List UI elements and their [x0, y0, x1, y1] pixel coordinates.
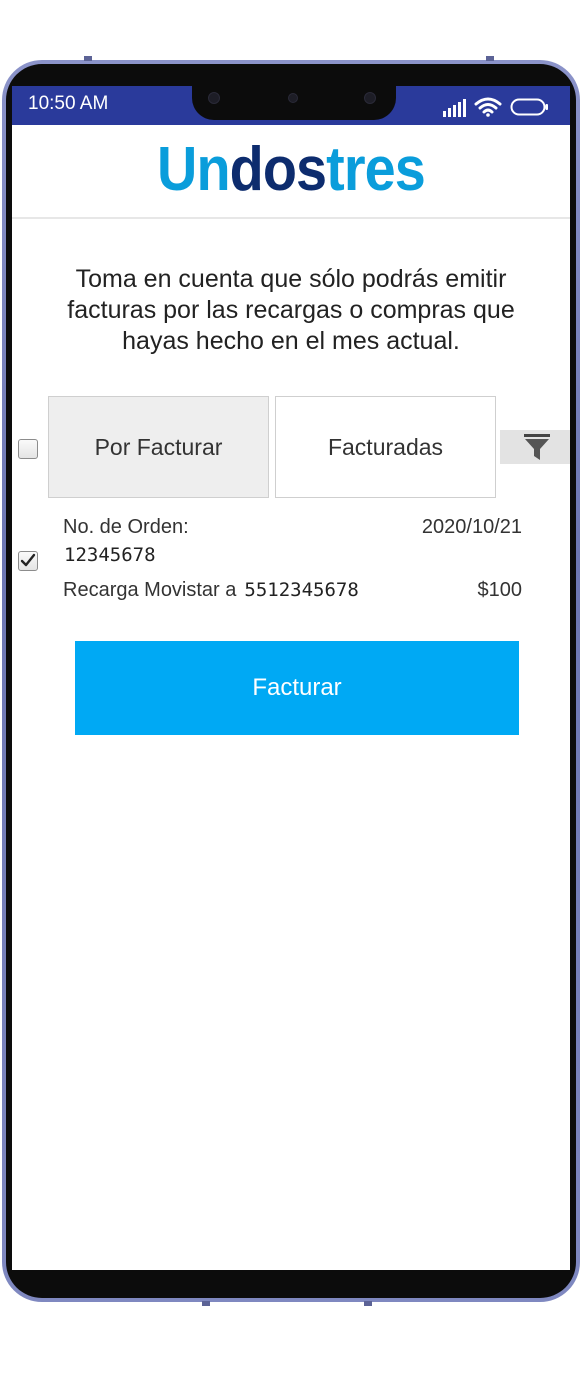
app-screen: 10:50 AM Undostres Toma en cuenta que só…: [12, 86, 570, 1270]
tab-label: Por Facturar: [94, 433, 223, 460]
order-number-label: No. de Orden:: [63, 516, 189, 538]
status-bar: 10:50 AM: [12, 86, 570, 125]
header-divider: [12, 217, 570, 219]
checkmark-icon: [20, 553, 36, 567]
status-time: 10:50 AM: [28, 93, 109, 114]
brand-part-b: dos: [229, 135, 327, 204]
camera-icon: [364, 92, 376, 104]
camera-icon: [208, 92, 220, 104]
camera-notch: [192, 86, 396, 120]
order-date: 2020/10/21: [421, 516, 522, 538]
order-amount: $100: [477, 579, 523, 601]
brand-part-c: tres: [326, 135, 426, 204]
filter-icon: [524, 434, 550, 460]
invoice-notice: Toma en cuenta que sólo podrás emitir fa…: [67, 265, 515, 355]
battery-icon: [510, 98, 548, 116]
status-icons: [443, 95, 550, 117]
wifi-icon: [474, 97, 502, 117]
sensor-icon: [288, 93, 298, 103]
filter-button[interactable]: [500, 430, 570, 464]
phone-bezel: 10:50 AM Undostres Toma en cuenta que só…: [6, 64, 576, 1298]
facturar-button[interactable]: Facturar: [75, 641, 519, 735]
side-button: [202, 1301, 210, 1306]
app-header: Undostres: [12, 125, 570, 217]
phone-frame: 10:50 AM Undostres Toma en cuenta que só…: [2, 56, 580, 1306]
select-all-checkbox[interactable]: [18, 439, 38, 459]
brand-part-a: Un: [157, 135, 230, 204]
order-phone-number: 5512345678: [244, 579, 359, 601]
order-checkbox[interactable]: [18, 551, 38, 571]
side-button: [486, 56, 494, 61]
brand-logo[interactable]: Undostres: [40, 139, 542, 201]
order-number: 12345678: [64, 544, 156, 566]
order-description-text: Recarga Movistar a: [63, 579, 237, 601]
order-description: Recarga Movistar a 5512345678: [63, 579, 359, 602]
side-button: [364, 1301, 372, 1306]
tab-label: Facturadas: [327, 433, 444, 460]
tab-por-facturar[interactable]: Por Facturar: [48, 396, 269, 498]
signal-icon: [443, 99, 466, 117]
side-button: [84, 56, 92, 61]
tab-facturadas[interactable]: Facturadas: [275, 396, 496, 498]
